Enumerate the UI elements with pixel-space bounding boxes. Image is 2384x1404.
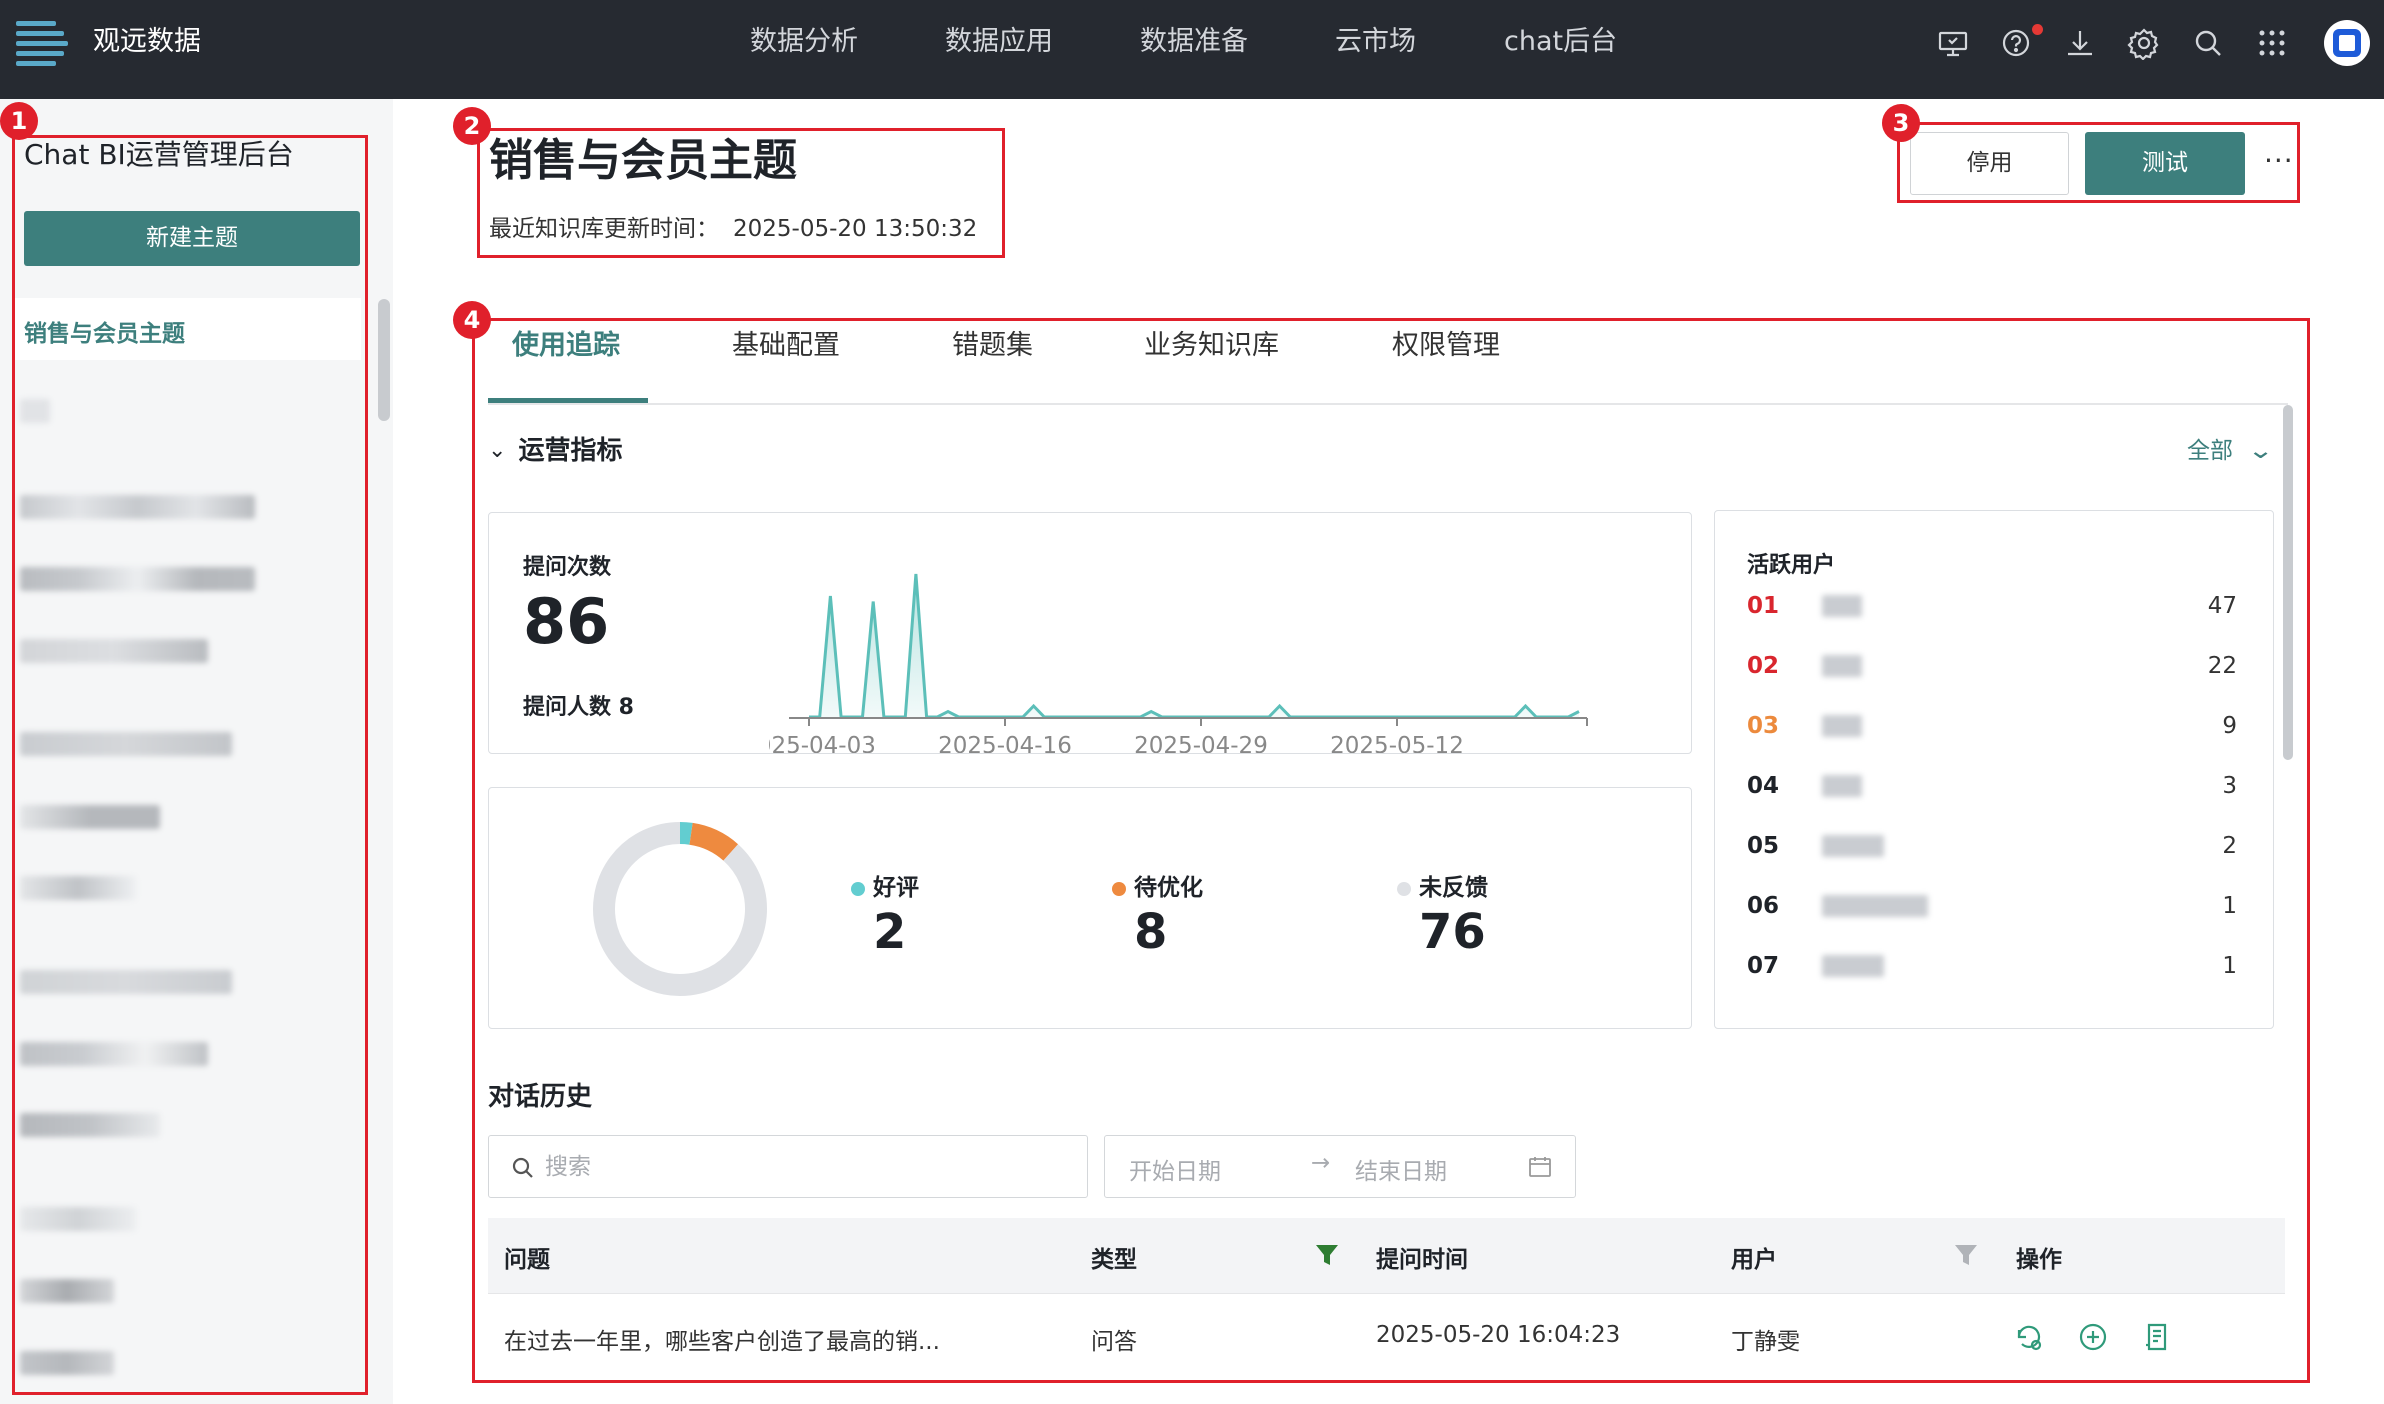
brand-name[interactable]: 观远数据 xyxy=(93,25,201,59)
annotation-box-4 xyxy=(472,318,2310,1383)
nav-data-prep[interactable]: 数据准备 xyxy=(1140,25,1248,59)
search-icon[interactable] xyxy=(2191,26,2225,60)
settings-icon[interactable] xyxy=(2127,26,2161,61)
nav-chat-admin[interactable]: chat后台 xyxy=(1504,25,1617,59)
user-avatar[interactable] xyxy=(2324,20,2370,66)
annotation-badge-4: 4 xyxy=(453,301,491,339)
monitor-icon[interactable] xyxy=(1936,26,1970,60)
nav-data-apps[interactable]: 数据应用 xyxy=(945,25,1053,59)
top-nav: 数据分析 数据应用 数据准备 云市场 chat后台 xyxy=(750,25,1704,59)
sidebar-scrollbar[interactable] xyxy=(378,299,390,421)
annotation-box-2 xyxy=(477,128,1005,258)
nav-cloud-market[interactable]: 云市场 xyxy=(1335,25,1416,59)
help-icon[interactable] xyxy=(1999,24,2043,60)
download-icon[interactable] xyxy=(2063,26,2097,60)
nav-data-analysis[interactable]: 数据分析 xyxy=(750,25,858,59)
top-bar: 观远数据 数据分析 数据应用 数据准备 云市场 chat后台 xyxy=(0,0,2384,99)
brand-logo-icon[interactable] xyxy=(16,17,68,69)
annotation-badge-1: 1 xyxy=(0,102,38,140)
apps-grid-icon[interactable] xyxy=(2255,26,2289,60)
annotation-box-3 xyxy=(1897,122,2300,203)
annotation-box-1 xyxy=(12,135,368,1395)
annotation-badge-3: 3 xyxy=(1882,104,1920,142)
annotation-badge-2: 2 xyxy=(453,107,491,145)
notification-dot xyxy=(2032,24,2043,35)
